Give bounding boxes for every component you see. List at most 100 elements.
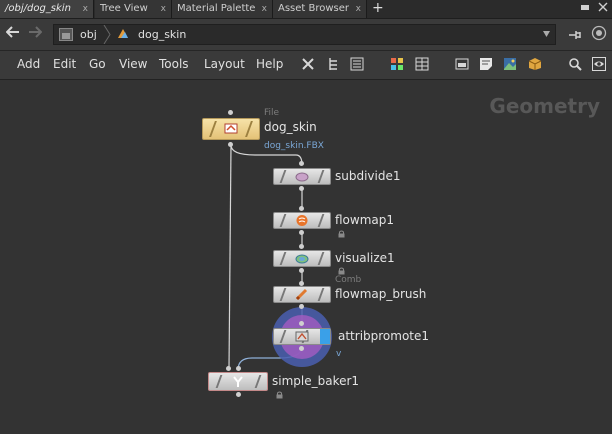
tab-network-path[interactable]: /obj/dog_skin x	[0, 0, 94, 18]
breadcrumb-obj[interactable]: obj	[80, 25, 97, 44]
path-bar: obj dog_skin	[0, 19, 612, 51]
menu-help[interactable]: Help	[256, 57, 283, 71]
link-status-icon[interactable]	[591, 25, 607, 45]
attribpromote-node-icon	[295, 331, 309, 342]
network-path-field[interactable]: obj dog_skin	[53, 24, 556, 45]
node-output-dot[interactable]	[299, 268, 304, 273]
tab-close-icon[interactable]: x	[262, 0, 267, 18]
node-flowmap-brush[interactable]	[273, 286, 331, 303]
node-type-label: File	[264, 108, 280, 118]
menu-edit[interactable]: Edit	[53, 57, 76, 71]
subdivide-node-icon	[295, 172, 309, 182]
node-input-dot[interactable]	[299, 161, 304, 166]
lock-icon	[338, 267, 345, 275]
tab-asset-browser[interactable]: Asset Browser x	[273, 0, 367, 18]
node-output-dot[interactable]	[299, 346, 304, 351]
node-input-dot[interactable]	[299, 206, 304, 211]
node-label-flowmap1: flowmap1	[335, 213, 395, 227]
node-label-flowmap-brush: flowmap_brush	[335, 287, 427, 301]
node-bar	[245, 121, 253, 137]
lock-icon	[276, 391, 283, 399]
node-input-dot[interactable]	[236, 366, 241, 371]
flowmap-node-icon	[296, 215, 308, 226]
node-subdivide1[interactable]	[273, 168, 331, 185]
obj-network-icon	[59, 28, 73, 41]
tab-label: Tree View	[100, 3, 148, 14]
sticky-note-icon[interactable]	[479, 57, 493, 71]
node-bar	[279, 330, 287, 343]
node-output-dot[interactable]	[299, 186, 304, 191]
tab-label: Material Palette	[177, 3, 256, 14]
tab-close-icon[interactable]: x	[356, 0, 361, 18]
display-flag[interactable]	[320, 329, 330, 344]
node-bar	[317, 214, 325, 227]
list-view-icon[interactable]	[350, 57, 364, 71]
node-output-dot[interactable]	[299, 230, 304, 235]
node-bar	[317, 288, 325, 301]
forward-arrow-icon[interactable]	[28, 26, 43, 42]
node-input-dot[interactable]	[299, 321, 304, 326]
node-label-attribpromote1: attribpromote1	[338, 329, 430, 343]
brush-node-icon	[295, 288, 308, 301]
lock-icon	[338, 230, 345, 238]
grid-view-icon[interactable]	[415, 57, 429, 71]
search-icon[interactable]	[568, 57, 582, 71]
geometry-node-icon	[118, 29, 128, 38]
tree-layout-icon[interactable]	[327, 57, 341, 71]
node-output-dot[interactable]	[299, 304, 304, 309]
node-simple-baker1[interactable]	[208, 372, 268, 391]
node-visualize1[interactable]	[273, 250, 331, 267]
menu-tools[interactable]: Tools	[159, 57, 189, 71]
wire-dog-skin-baker	[228, 144, 232, 369]
node-input-dot[interactable]	[228, 110, 233, 115]
menu-view[interactable]: View	[119, 57, 147, 71]
node-label-subdivide1: subdivide1	[335, 169, 401, 183]
file-node-icon	[224, 123, 238, 134]
node-attribpromote1[interactable]	[273, 328, 331, 345]
pin-icon[interactable]	[568, 27, 582, 46]
node-output-dot[interactable]	[236, 392, 241, 397]
node-input-dot[interactable]	[226, 366, 231, 371]
tab-tree-view[interactable]: Tree View x	[95, 0, 172, 18]
node-sublabel-dog-skin: dog_skin.FBX	[264, 141, 324, 151]
tab-close-icon[interactable]: x	[83, 0, 88, 18]
asset-package-icon[interactable]	[528, 57, 542, 71]
node-label-dog-skin: dog_skin	[264, 120, 317, 134]
menu-bar: Add Edit Go View Tools Layout Help	[0, 51, 612, 80]
node-dog-skin[interactable]	[202, 118, 260, 140]
breadcrumb-dog-skin[interactable]: dog_skin	[138, 25, 186, 44]
node-flowmap1[interactable]	[273, 212, 331, 229]
menu-add[interactable]: Add	[17, 57, 40, 71]
node-bar	[317, 252, 325, 265]
node-label-visualize1: visualize1	[335, 251, 395, 265]
tab-material-palette[interactable]: Material Palette x	[172, 0, 273, 18]
baker-node-icon	[233, 376, 243, 387]
image-background-icon[interactable]	[503, 57, 517, 71]
node-output-dot[interactable]	[228, 142, 233, 147]
network-box-icon[interactable]	[455, 57, 469, 71]
node-bar	[317, 170, 325, 183]
menu-layout[interactable]: Layout	[204, 57, 245, 71]
tab-close-icon[interactable]: x	[161, 0, 166, 18]
node-bar	[279, 170, 287, 183]
node-bar	[209, 121, 217, 137]
node-bar	[254, 375, 262, 388]
node-input-dot[interactable]	[299, 244, 304, 249]
path-dropdown-icon[interactable]	[542, 28, 551, 40]
node-label-simple-baker1: simple_baker1	[272, 374, 360, 388]
pane-menu-icon[interactable]	[578, 2, 591, 15]
tools-wrench-icon[interactable]	[301, 57, 315, 71]
view-eye-icon[interactable]	[592, 57, 606, 71]
add-tab-button[interactable]: +	[372, 0, 384, 17]
back-arrow-icon[interactable]	[5, 26, 20, 42]
close-pane-icon[interactable]	[596, 2, 609, 15]
menu-go[interactable]: Go	[89, 57, 106, 71]
network-editor[interactable]: Geometry File dog_skin dog_skin.FBX subd…	[0, 80, 612, 434]
color-palette-icon[interactable]	[390, 57, 404, 71]
node-bar	[279, 214, 287, 227]
visualize-node-icon	[295, 254, 309, 264]
node-bar	[215, 375, 223, 388]
tab-label: /obj/dog_skin	[5, 3, 71, 14]
node-comment-comb: Comb	[335, 275, 362, 285]
node-bar	[279, 252, 287, 265]
